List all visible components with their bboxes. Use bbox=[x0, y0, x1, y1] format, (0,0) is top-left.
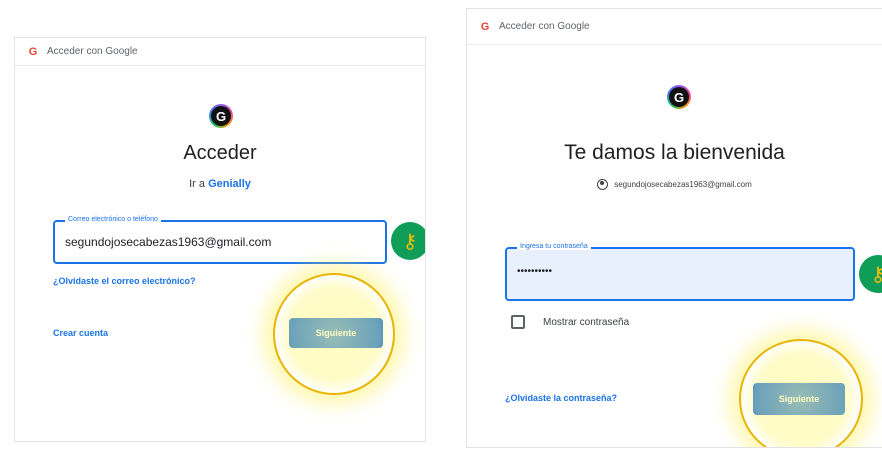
forgot-email-link[interactable]: ¿Olvidaste el correo electrónico? bbox=[53, 276, 196, 286]
sign-in-window-step-1: G Acceder con Google G Acceder Ir a Geni… bbox=[14, 37, 426, 442]
subtitle: Ir a Genially bbox=[15, 178, 425, 190]
password-field[interactable]: Ingresa tu contraseña •••••••••• bbox=[505, 243, 855, 301]
account-chip[interactable]: segundojosecabezas1963@gmail.com bbox=[467, 179, 882, 190]
show-password-checkbox[interactable] bbox=[511, 315, 525, 329]
google-g-icon: G bbox=[28, 45, 38, 58]
page-title: Te damos la bienvenida bbox=[564, 141, 785, 164]
show-password-label: Mostrar contraseña bbox=[543, 317, 630, 328]
next-button[interactable]: Siguiente bbox=[289, 318, 383, 348]
app-link-genially[interactable]: Genially bbox=[208, 178, 251, 190]
email-field-value: segundojosecabezas1963@gmail.com bbox=[65, 235, 272, 249]
window-title: Acceder con Google bbox=[499, 21, 590, 32]
forgot-password-link[interactable]: ¿Olvidaste la contraseña? bbox=[505, 393, 617, 403]
next-button[interactable]: Siguiente bbox=[753, 383, 845, 415]
account-email: segundojosecabezas1963@gmail.com bbox=[614, 180, 752, 189]
password-field-label: Ingresa tu contraseña bbox=[517, 243, 591, 250]
genially-logo-icon: G bbox=[209, 104, 233, 128]
window-titlebar: G Acceder con Google bbox=[15, 38, 425, 66]
page-title: Acceder bbox=[183, 142, 257, 164]
password-field-value: •••••••••• bbox=[517, 266, 553, 277]
key-icon[interactable]: ⚷ bbox=[859, 255, 882, 293]
window-titlebar: G Acceder con Google bbox=[467, 9, 882, 45]
key-icon[interactable]: ⚷ bbox=[391, 222, 425, 260]
genially-logo-icon: G bbox=[667, 85, 691, 109]
logo-letter: G bbox=[673, 89, 685, 105]
create-account-link[interactable]: Crear cuenta bbox=[53, 328, 108, 338]
email-field[interactable]: Correo electrónico o teléfono segundojos… bbox=[53, 216, 387, 264]
logo-letter: G bbox=[215, 108, 227, 124]
sign-in-window-step-2: G Acceder con Google G Te damos la bienv… bbox=[466, 8, 882, 448]
subtitle-prefix: Ir a bbox=[189, 178, 206, 190]
google-g-icon: G bbox=[480, 20, 490, 33]
window-title: Acceder con Google bbox=[47, 46, 138, 57]
email-field-label: Correo electrónico o teléfono bbox=[65, 216, 161, 223]
account-circle-icon bbox=[597, 179, 609, 190]
